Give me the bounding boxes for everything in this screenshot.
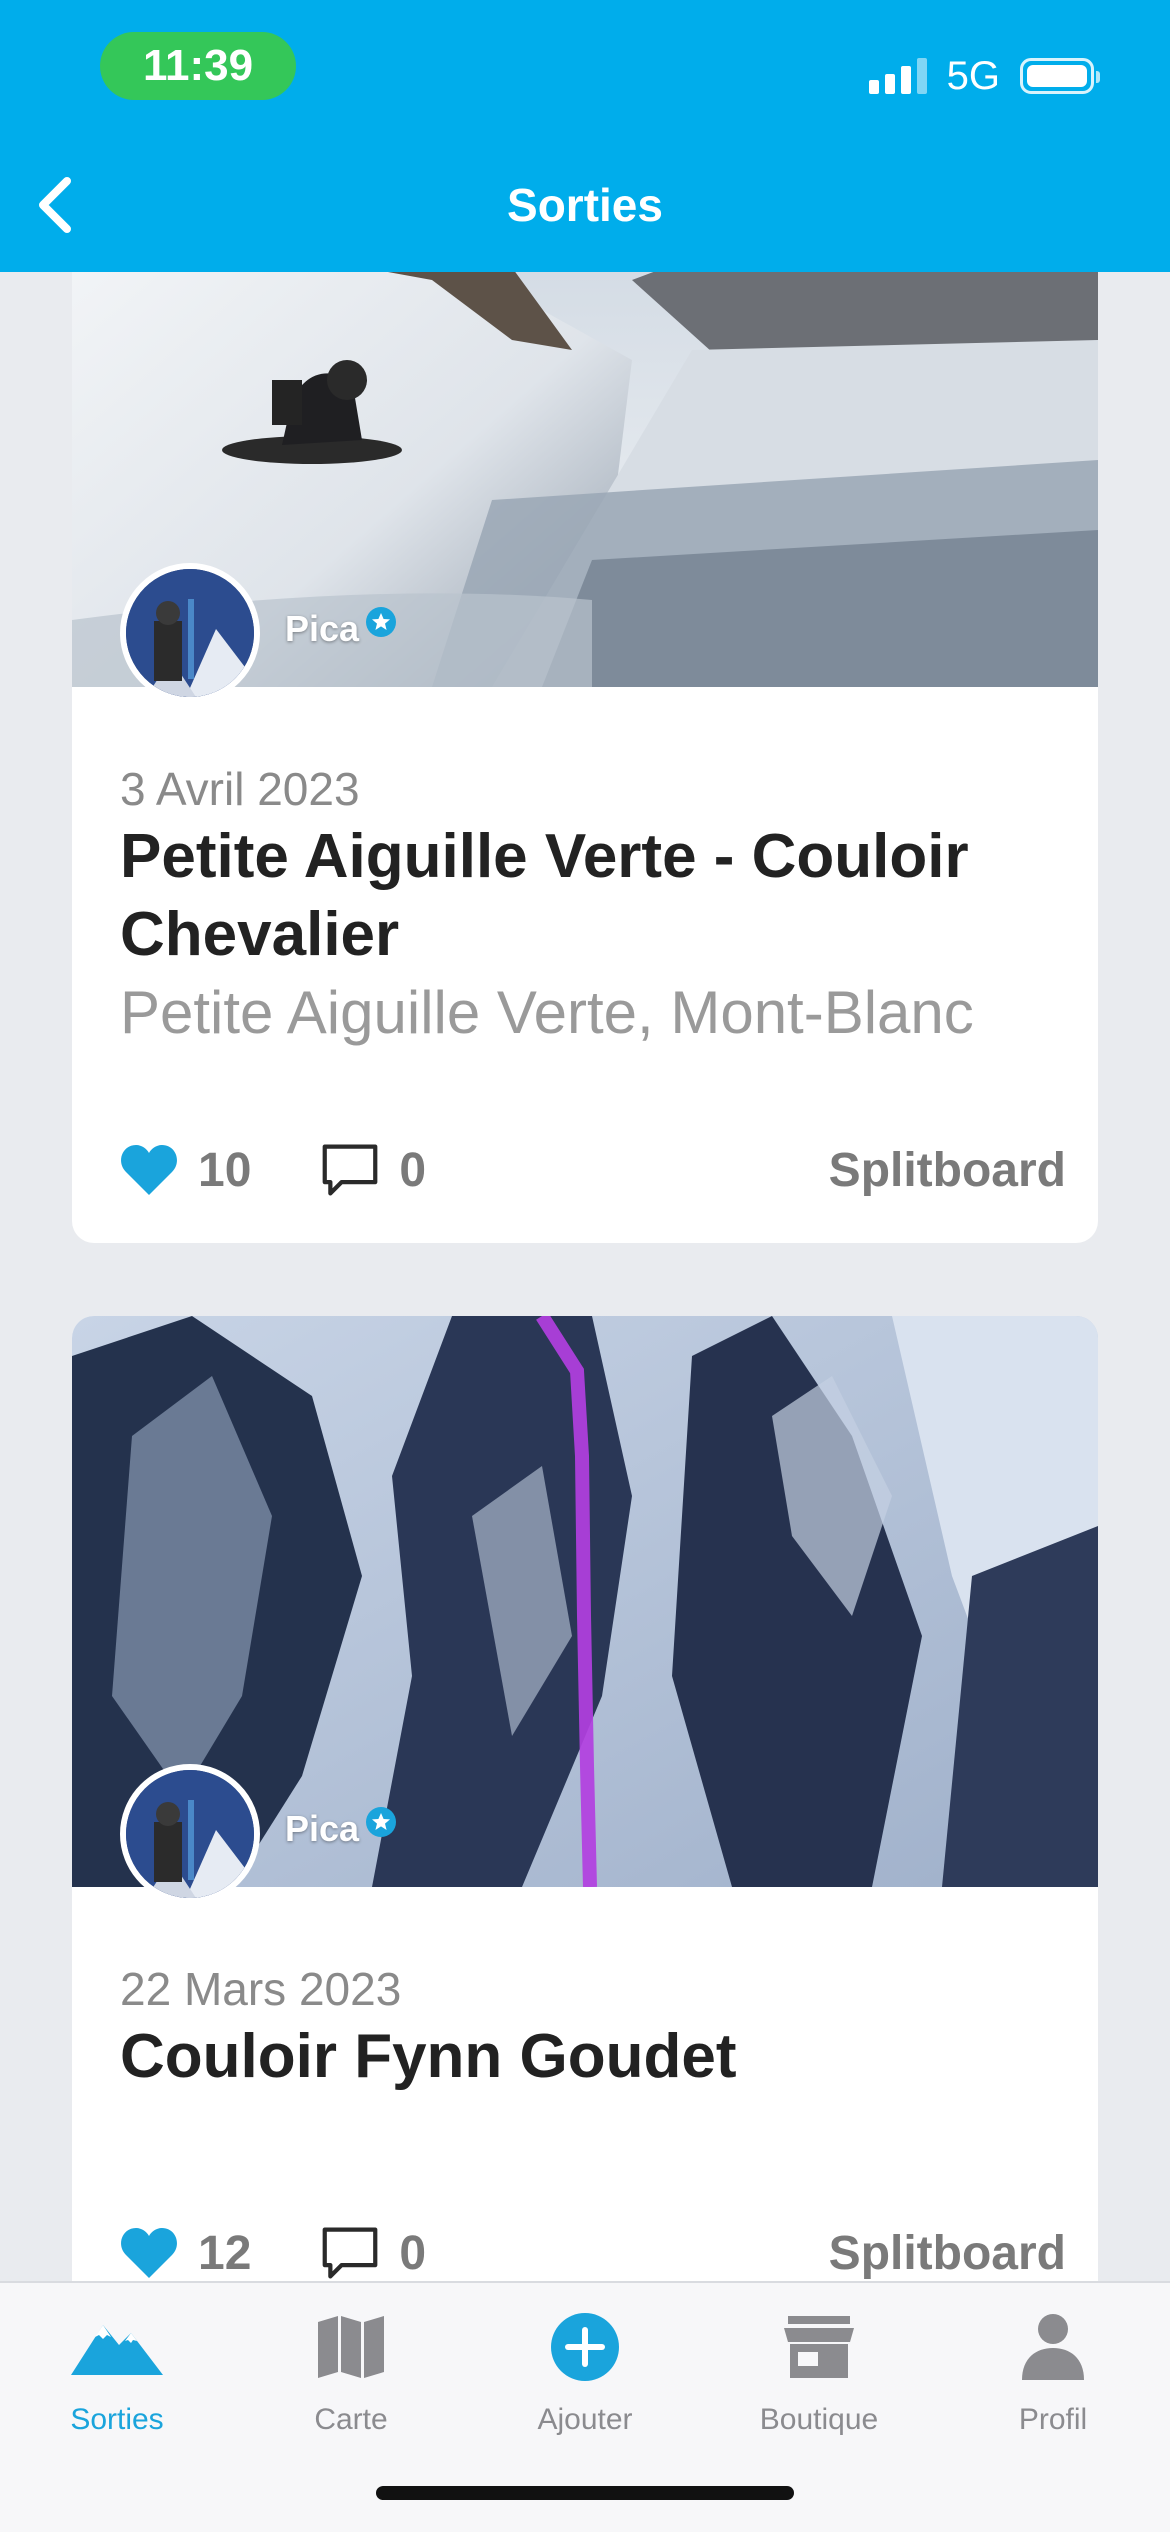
verified-badge-icon: [366, 607, 397, 637]
mountain-icon: [69, 2299, 165, 2395]
outing-date: 3 Avril 2023: [120, 763, 360, 815]
comment-count: 0: [399, 2226, 427, 2280]
author-name[interactable]: Pica: [285, 1807, 397, 1850]
tab-profil[interactable]: Profil: [936, 2299, 1170, 2437]
signal-icon: [868, 58, 927, 94]
status-indicators: 5G: [868, 46, 1100, 106]
comment-icon: [321, 2224, 379, 2282]
store-icon: [771, 2299, 867, 2395]
outing-stats: 12 0 Splitboard: [120, 2218, 1066, 2288]
person-icon: [1005, 2299, 1101, 2395]
tab-carte[interactable]: Carte: [234, 2299, 468, 2437]
tab-boutique[interactable]: Boutique: [702, 2299, 936, 2437]
activity-type: Splitboard: [828, 1143, 1066, 1197]
outing-stats: 10 0 Splitboard: [120, 1135, 1066, 1205]
author-name[interactable]: Pica: [285, 607, 397, 650]
comment-button[interactable]: 0: [321, 2224, 426, 2282]
author-avatar[interactable]: [120, 563, 260, 703]
comment-button[interactable]: 0: [321, 1141, 426, 1199]
outing-card[interactable]: Pica 22 Mars 2023 Couloir Fynn Goudet 12…: [72, 1316, 1098, 2316]
add-circle-icon: [537, 2299, 633, 2395]
like-count: 10: [198, 1143, 252, 1197]
heart-icon: [120, 2224, 178, 2282]
battery-icon: [1020, 58, 1100, 94]
page-title: Sorties: [507, 179, 663, 231]
map-icon: [303, 2299, 399, 2395]
tab-ajouter[interactable]: Ajouter: [468, 2299, 702, 2437]
activity-type: Splitboard: [828, 2226, 1066, 2280]
status-time: 11:39: [100, 32, 296, 100]
like-count: 12: [198, 2226, 252, 2280]
outing-title: Petite Aiguille Verte - Couloir Chevalie…: [120, 822, 969, 969]
comment-count: 0: [399, 1143, 427, 1197]
tab-sorties[interactable]: Sorties: [0, 2299, 234, 2437]
author-avatar[interactable]: [120, 1764, 260, 1904]
outing-title: Couloir Fynn Goudet: [120, 2022, 737, 2091]
like-button[interactable]: 10: [120, 1141, 251, 1199]
verified-badge-icon: [366, 1807, 397, 1837]
network-type: 5G: [946, 53, 1000, 98]
outing-location: Petite Aiguille Verte, Mont-Blanc: [120, 979, 974, 1046]
comment-icon: [321, 1141, 379, 1199]
outing-card[interactable]: Pica 3 Avril 2023 Petite Aiguille Verte …: [72, 200, 1098, 1243]
like-button[interactable]: 12: [120, 2224, 251, 2282]
home-indicator[interactable]: [376, 2486, 794, 2500]
outing-date: 22 Mars 2023: [120, 1963, 402, 2015]
heart-icon: [120, 1141, 178, 1199]
app-header: 11:39 5G Sorties: [0, 0, 1170, 272]
